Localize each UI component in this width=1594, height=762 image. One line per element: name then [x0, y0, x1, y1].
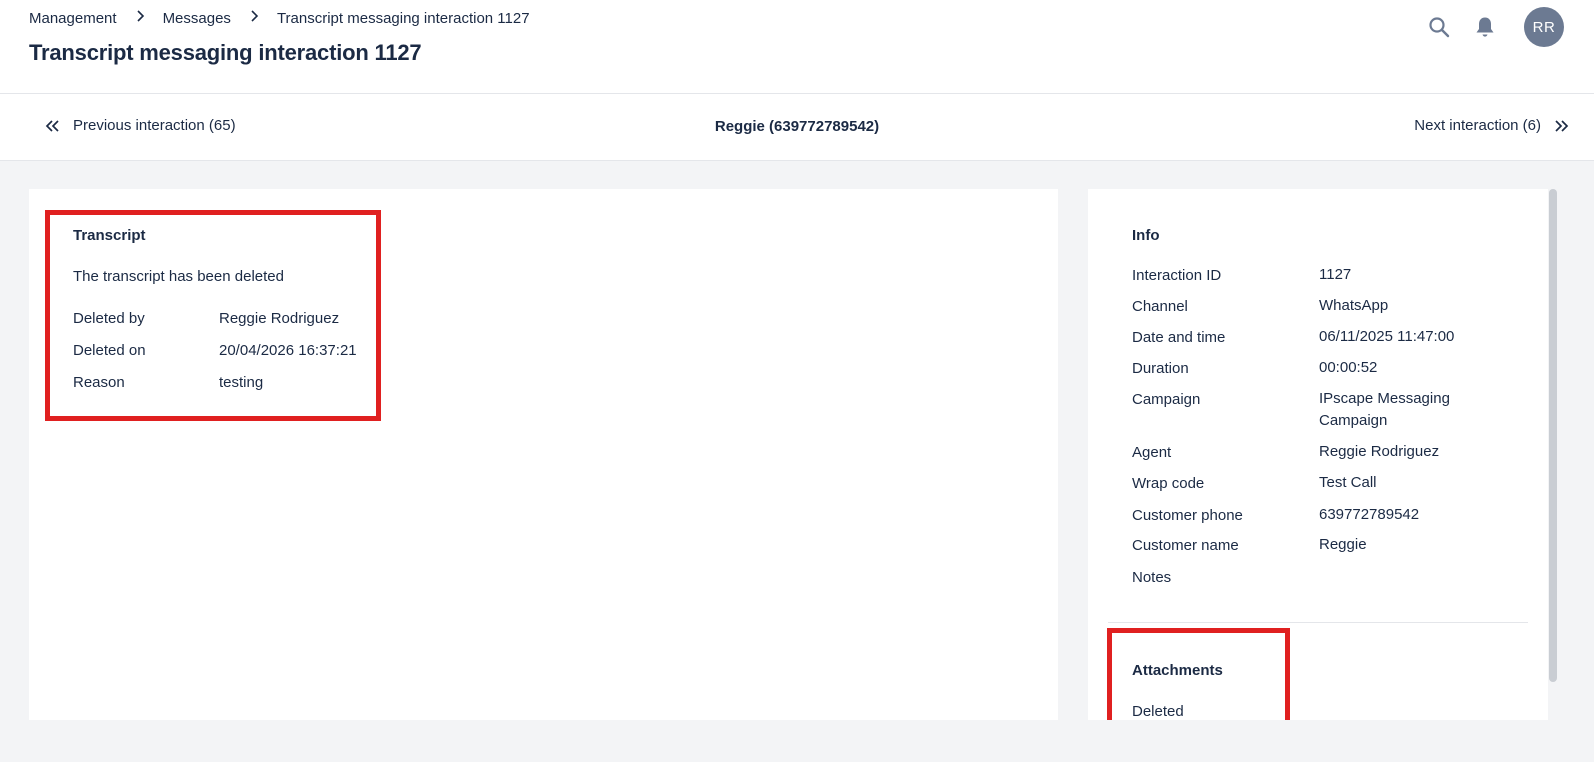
field-value: testing	[219, 374, 264, 391]
transcript-deleted-message: The transcript has been deleted	[73, 268, 284, 285]
breadcrumb-messages[interactable]: Messages	[163, 10, 231, 27]
contact-title: Reggie (639772789542)	[714, 118, 880, 135]
field-label: Reason	[73, 374, 125, 391]
breadcrumb-management[interactable]: Management	[29, 10, 117, 27]
transcript-panel: Transcript The transcript has been delet…	[29, 189, 1058, 720]
attachments-title: Attachments	[1132, 662, 1223, 679]
field-value: Reggie Rodriguez	[219, 310, 340, 327]
interaction-nav: Previous interaction (65) Reggie (639772…	[0, 94, 1594, 161]
info-value: Test Call	[1319, 474, 1377, 491]
next-interaction-button[interactable]: Next interaction (6)	[1414, 117, 1570, 134]
info-value: IPscape Messaging Campaign	[1319, 390, 1450, 429]
breadcrumb-current: Transcript messaging interaction 1127	[276, 9, 530, 27]
info-label: Wrap code	[1132, 475, 1205, 492]
info-value: 639772789542	[1319, 506, 1420, 523]
info-value: 00:00:52	[1319, 359, 1378, 376]
double-chevron-left-icon	[45, 119, 59, 132]
breadcrumb: Management Messages Transcript messaging…	[29, 8, 530, 28]
next-interaction-label: Next interaction (6)	[1414, 117, 1541, 134]
info-label: Interaction ID	[1132, 267, 1222, 284]
page-title: Transcript messaging interaction 1127	[29, 40, 422, 65]
previous-interaction-button[interactable]: Previous interaction (65)	[44, 117, 236, 134]
info-title: Info	[1132, 227, 1160, 244]
field-label: Deleted on	[73, 342, 146, 359]
info-label: Duration	[1132, 360, 1189, 377]
field-label: Deleted by	[73, 310, 145, 327]
attachments-status: Deleted	[1132, 703, 1184, 720]
previous-interaction-label: Previous interaction (65)	[73, 117, 236, 134]
info-value: 1127	[1319, 266, 1352, 283]
search-icon[interactable]	[1427, 15, 1451, 39]
info-label: Customer name	[1132, 537, 1239, 554]
chevron-right-icon	[136, 10, 144, 22]
page-header: Management Messages Transcript messaging…	[0, 0, 1594, 94]
info-value: 06/11/2025 11:47:00	[1319, 328, 1455, 345]
info-label: Campaign	[1132, 391, 1201, 408]
bell-icon[interactable]	[1473, 15, 1497, 39]
info-value: Reggie	[1319, 536, 1367, 553]
divider	[1108, 622, 1528, 623]
info-value: WhatsApp	[1319, 297, 1389, 314]
info-label: Date and time	[1132, 329, 1226, 346]
info-scrollbar[interactable]	[1549, 189, 1557, 682]
info-label: Channel	[1132, 298, 1188, 315]
double-chevron-right-icon	[1555, 119, 1569, 132]
info-panel: Info Interaction ID 1127 Channel WhatsAp…	[1088, 189, 1548, 720]
field-value: 20/04/2026 16:37:21	[219, 342, 357, 359]
info-value: Reggie Rodriguez	[1319, 443, 1440, 460]
info-label: Notes	[1132, 569, 1172, 586]
transcript-title: Transcript	[73, 227, 146, 244]
chevron-right-icon	[251, 10, 259, 22]
info-label: Agent	[1132, 444, 1172, 461]
avatar[interactable]: RR	[1524, 7, 1564, 47]
info-label: Customer phone	[1132, 507, 1243, 524]
